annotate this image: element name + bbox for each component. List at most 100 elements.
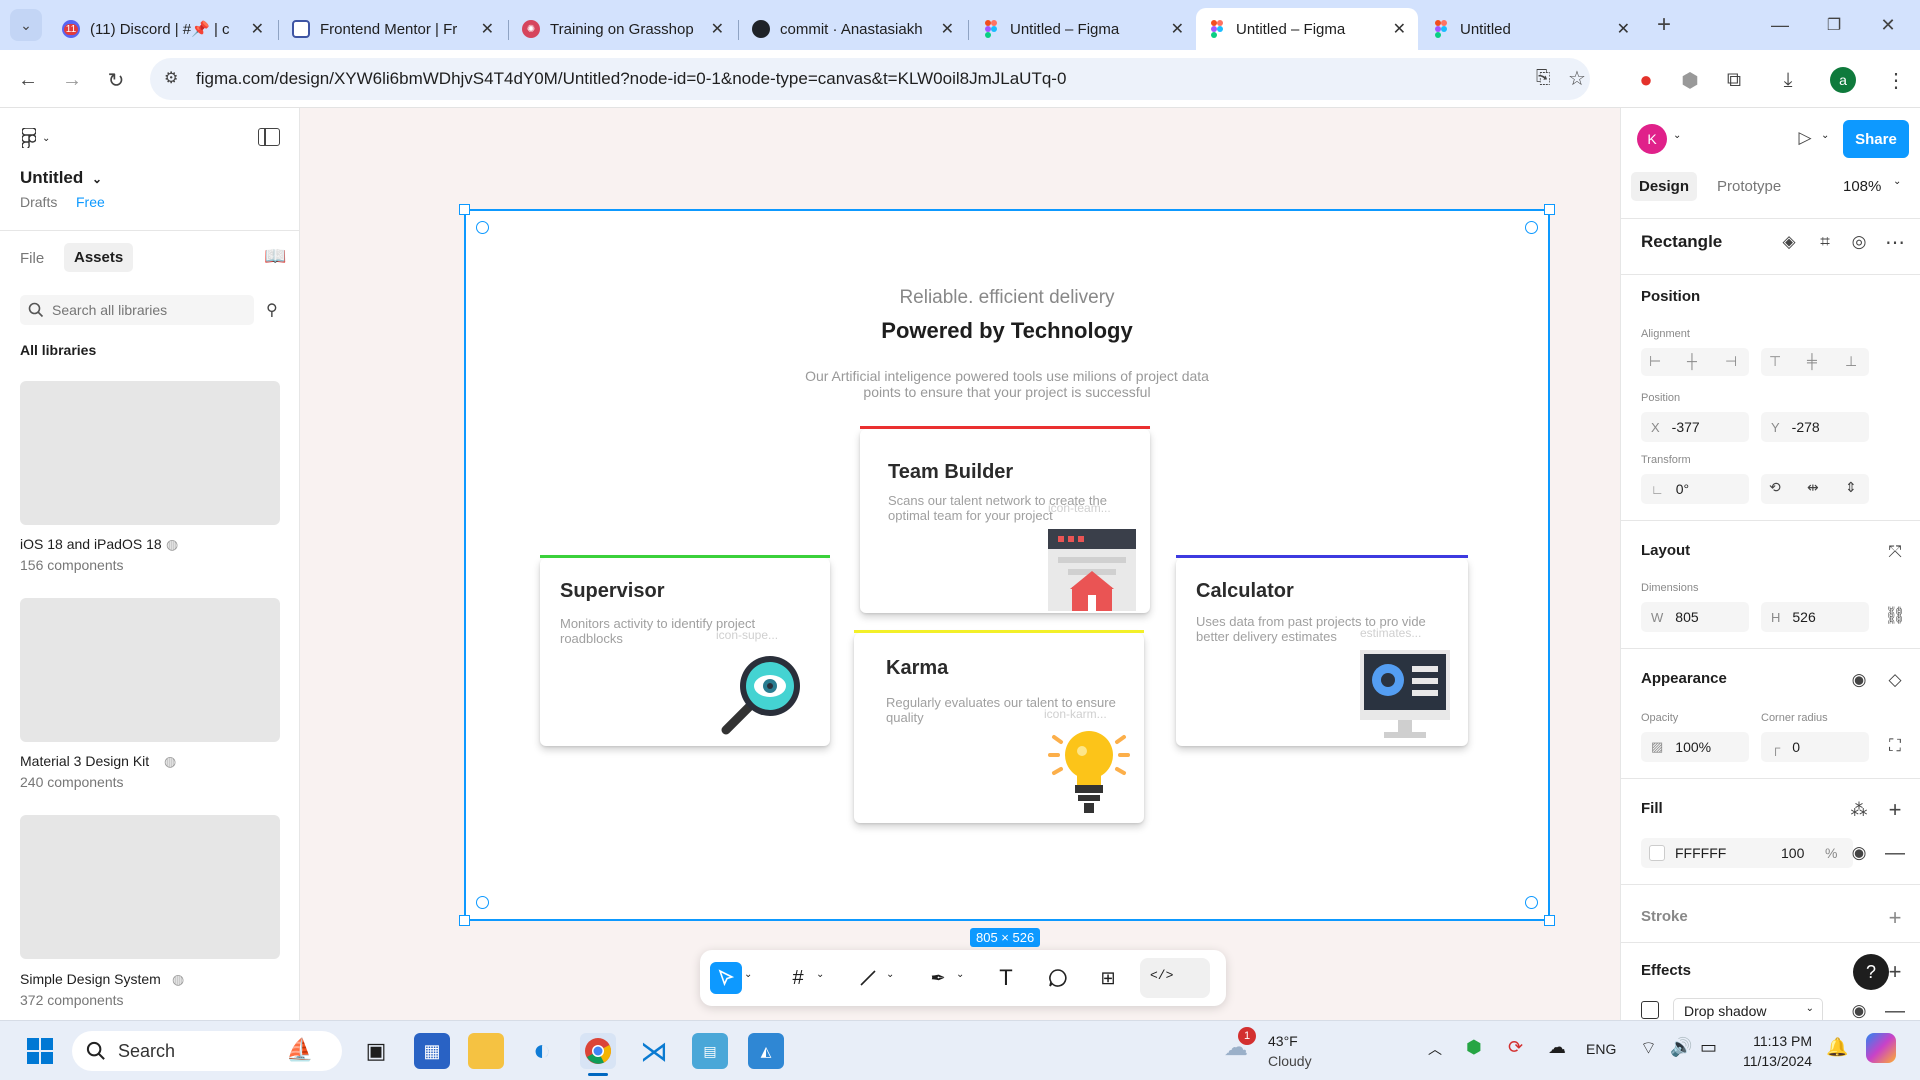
independent-corners-icon[interactable]: ⛶ xyxy=(1881,732,1909,760)
wifi-icon[interactable]: ⌔ xyxy=(1640,1037,1657,1060)
chevron-down-icon[interactable]: ⌄ xyxy=(816,969,824,980)
card-calculator[interactable]: Calculator Uses data from past projects … xyxy=(1176,555,1468,746)
blend-mode-icon[interactable]: ◇ xyxy=(1881,666,1909,694)
sync-icon[interactable]: ⟳ xyxy=(1508,1037,1523,1058)
tab-prototype[interactable]: Prototype xyxy=(1717,178,1781,195)
menu-kebab-icon[interactable]: ⋮ xyxy=(1880,64,1912,96)
figma-main-menu[interactable]: ⌄ xyxy=(22,128,50,148)
width-value[interactable]: 805 xyxy=(1675,609,1698,625)
frame-selection-icon[interactable]: ⌗ xyxy=(1811,228,1839,256)
profile-avatar[interactable]: a xyxy=(1830,67,1856,93)
extensions-icon[interactable]: ⧉ xyxy=(1718,64,1750,96)
close-icon[interactable]: ✕ xyxy=(1393,19,1406,39)
rotation-field[interactable]: ∟ 0° xyxy=(1641,474,1749,504)
actions-tool-icon[interactable]: ⊞ xyxy=(1092,962,1124,994)
more-options-icon[interactable]: ⋯ xyxy=(1881,228,1909,256)
clipboard-icon[interactable]: ⎘ xyxy=(1536,67,1550,88)
back-button[interactable]: ← xyxy=(12,64,44,96)
share-button[interactable]: Share xyxy=(1843,120,1909,158)
resize-handle-bottom-left[interactable] xyxy=(459,915,470,926)
tab-assets[interactable]: Assets xyxy=(64,243,134,272)
close-icon[interactable]: ✕ xyxy=(941,19,954,39)
effect-visibility-eye-icon[interactable]: ◉ xyxy=(1845,997,1873,1020)
corner-radius-handle[interactable] xyxy=(1525,221,1538,234)
volume-icon[interactable]: 🔊 xyxy=(1670,1037,1692,1058)
y-position-field[interactable]: Y -278 xyxy=(1761,412,1869,442)
close-icon[interactable]: ✕ xyxy=(1617,19,1630,39)
tab-figma-active[interactable]: Untitled – Figma ✕ xyxy=(1196,8,1418,50)
card-karma[interactable]: Karma Regularly evaluates our talent to … xyxy=(854,630,1144,823)
tab-file[interactable]: File xyxy=(20,245,44,272)
opera-icon[interactable]: ● xyxy=(1630,64,1662,96)
layout-options-icon[interactable]: ⤧ xyxy=(1881,538,1909,566)
filter-icon[interactable]: ⚲ xyxy=(266,300,278,320)
height-field[interactable]: H 526 xyxy=(1761,602,1869,632)
minimize-button[interactable]: — xyxy=(1764,9,1796,41)
forward-button[interactable]: → xyxy=(56,64,88,96)
vscode-icon[interactable]: ⋊ xyxy=(636,1033,672,1069)
styles-grid-icon[interactable]: ⁂ xyxy=(1845,796,1873,824)
effect-type-select[interactable]: Drop shadow ⌄ xyxy=(1673,998,1823,1020)
opacity-value[interactable]: 100% xyxy=(1675,739,1711,755)
site-settings-icon[interactable]: ⚙ xyxy=(164,68,178,88)
chevron-down-icon[interactable]: ⌄ xyxy=(1673,130,1681,141)
constrain-proportions-icon[interactable]: ⛓ xyxy=(1881,602,1909,630)
tab-github[interactable]: commit · Anastasiakh ✕ xyxy=(740,8,966,50)
chevron-down-icon[interactable]: ⌄ xyxy=(1821,130,1829,141)
library-name[interactable]: Simple Design System xyxy=(20,971,161,987)
tab-figma-1[interactable]: Untitled – Figma ✕ xyxy=(970,8,1196,50)
x-position-field[interactable]: X -377 xyxy=(1641,412,1749,442)
flip-horizontal-icon[interactable]: ⇹ xyxy=(1807,479,1819,496)
clock-date[interactable]: 11/13/2024 xyxy=(1734,1053,1812,1069)
card-supervisor[interactable]: Supervisor Monitors activity to identify… xyxy=(540,555,830,746)
file-name-row[interactable]: Untitled ⌄ xyxy=(20,168,102,188)
x-value[interactable]: -377 xyxy=(1672,419,1700,435)
close-icon[interactable]: ✕ xyxy=(481,19,494,39)
add-stroke-icon[interactable]: + xyxy=(1881,904,1909,932)
battery-icon[interactable]: ▭ xyxy=(1700,1037,1717,1058)
present-play-icon[interactable]: ▷ xyxy=(1791,124,1819,152)
close-window-button[interactable]: ✕ xyxy=(1872,9,1904,41)
bookmark-star-icon[interactable]: ☆ xyxy=(1568,66,1586,91)
close-icon[interactable]: ✕ xyxy=(1171,19,1184,39)
library-thumbnail-material[interactable] xyxy=(20,598,280,742)
library-name[interactable]: iOS 18 and iPadOS 18 xyxy=(20,536,162,552)
corner-radius-value[interactable]: 0 xyxy=(1792,739,1800,755)
rotate-icon[interactable]: ⟲ xyxy=(1769,479,1781,496)
clock-time[interactable]: 11:13 PM xyxy=(1738,1033,1812,1049)
card-team-builder[interactable]: Team Builder Scans our talent network to… xyxy=(860,426,1150,613)
text-tool-icon[interactable]: T xyxy=(990,962,1022,994)
height-value[interactable]: 526 xyxy=(1792,609,1815,625)
weather-temp[interactable]: 43°F xyxy=(1268,1033,1298,1049)
align-right-icon[interactable]: ⊣ xyxy=(1725,353,1737,370)
line-tool[interactable] xyxy=(852,962,884,994)
selected-rectangle-frame[interactable]: Reliable. efficient delivery Powered by … xyxy=(459,204,1555,926)
corner-radius-handle[interactable] xyxy=(1525,896,1538,909)
tab-discord[interactable]: 11 (11) Discord | #📌 | c ✕ xyxy=(50,8,276,50)
comment-tool[interactable] xyxy=(1042,962,1074,994)
corner-radius-field[interactable]: ┌ 0 xyxy=(1761,732,1869,762)
copilot-icon[interactable] xyxy=(1866,1033,1896,1063)
taskbar-search[interactable]: Search ⛵ xyxy=(72,1031,342,1071)
visibility-eye-icon[interactable]: ◉ xyxy=(1845,666,1873,694)
boolean-ops-icon[interactable]: ◎ xyxy=(1845,228,1873,256)
download-icon[interactable]: ⤓ xyxy=(1772,64,1804,96)
resize-handle-top-right[interactable] xyxy=(1544,204,1555,215)
close-icon[interactable]: ✕ xyxy=(711,19,724,39)
align-left-icon[interactable]: ⊢ xyxy=(1649,353,1661,370)
chevron-down-icon[interactable]: ⌄ xyxy=(886,969,894,980)
selection-type[interactable]: Rectangle xyxy=(1641,232,1722,252)
library-name[interactable]: Material 3 Design Kit xyxy=(20,753,149,769)
corner-radius-handle[interactable] xyxy=(476,221,489,234)
pen-tool-icon[interactable]: ✒ xyxy=(922,962,954,994)
remove-fill-icon[interactable]: — xyxy=(1881,839,1909,867)
dev-mode-toggle[interactable]: </> xyxy=(1140,958,1210,998)
fill-opacity[interactable]: 100 xyxy=(1781,845,1804,861)
width-field[interactable]: W 805 xyxy=(1641,602,1749,632)
task-view-icon[interactable]: ▣ xyxy=(358,1033,394,1069)
plan-badge[interactable]: Free xyxy=(76,194,105,210)
tab-frontend-mentor[interactable]: Frontend Mentor | Fr ✕ xyxy=(280,8,506,50)
component-icon[interactable]: ◈ xyxy=(1775,228,1803,256)
chrome-icon[interactable] xyxy=(580,1033,616,1069)
start-button[interactable] xyxy=(22,1033,58,1069)
